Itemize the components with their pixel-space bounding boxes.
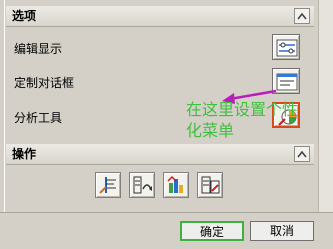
chevron-up-icon bbox=[297, 12, 307, 20]
operation-button-1[interactable] bbox=[95, 172, 121, 198]
footer-divider bbox=[0, 212, 333, 213]
annotation-line-1: 在这里设置个性 bbox=[186, 100, 299, 119]
edit-display-button[interactable] bbox=[272, 34, 300, 60]
ok-button[interactable]: 确定 bbox=[180, 221, 244, 241]
operation-icon-1 bbox=[99, 177, 116, 194]
annotation-text: 在这里设置个性 化菜单 bbox=[186, 99, 314, 141]
operation-icon-3 bbox=[167, 175, 183, 193]
collapse-options-button[interactable] bbox=[294, 8, 310, 24]
operation-icon-4 bbox=[201, 176, 220, 194]
operations-section-title: 操作 bbox=[12, 147, 37, 161]
analysis-tool-label: 分析工具 bbox=[14, 111, 63, 125]
chevron-up-icon bbox=[297, 150, 307, 158]
collapse-operations-button[interactable] bbox=[294, 146, 310, 162]
cancel-button[interactable]: 取消 bbox=[250, 221, 314, 241]
edit-display-label: 编辑显示 bbox=[14, 42, 63, 56]
annotation-line-2: 化菜单 bbox=[186, 121, 235, 140]
options-section-header[interactable]: 选项 bbox=[6, 6, 314, 27]
operation-button-4[interactable] bbox=[197, 172, 223, 198]
options-section-title: 选项 bbox=[12, 9, 37, 23]
operation-button-2[interactable] bbox=[129, 172, 155, 198]
vertical-scrollbar[interactable] bbox=[318, 0, 333, 212]
customize-dialog-label: 定制对话框 bbox=[14, 76, 75, 90]
operation-button-3[interactable] bbox=[163, 172, 189, 198]
operation-icon-2 bbox=[133, 176, 152, 194]
operations-section-header[interactable]: 操作 bbox=[6, 144, 314, 165]
edit-display-icon bbox=[276, 39, 298, 57]
